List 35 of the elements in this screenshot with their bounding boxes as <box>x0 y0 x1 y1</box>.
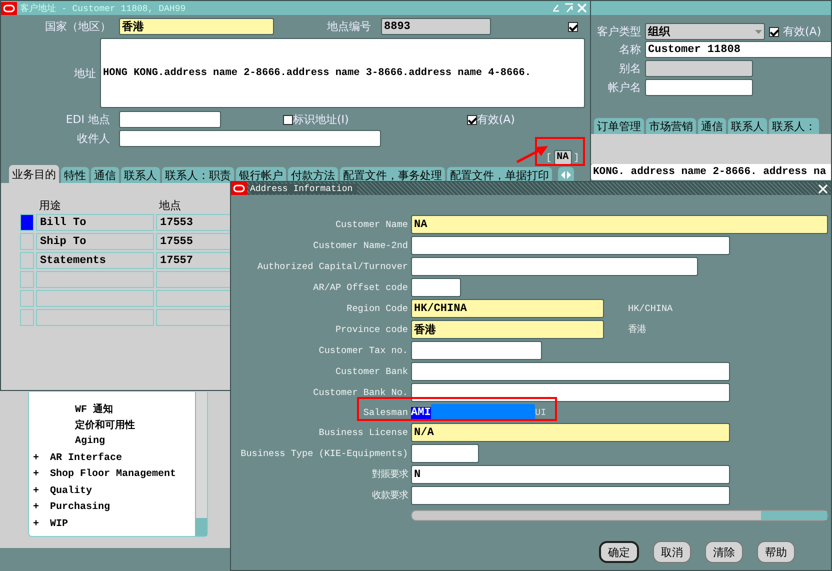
field-label: 地点编号 <box>326 19 371 34</box>
selected-text: AMI <box>411 406 431 418</box>
bracket-text: ] <box>574 152 580 162</box>
field-label: Customer Name-2nd <box>312 240 408 251</box>
field-label: 别名 <box>618 61 641 76</box>
column-header: 用途 <box>38 199 62 212</box>
column-header: 地点 <box>158 199 182 212</box>
field-label: Province code <box>334 324 408 335</box>
field-note: HK/CHINA <box>628 303 673 314</box>
field-label: 地址 <box>73 66 96 80</box>
field-label: AR/AP Offset code <box>312 282 408 293</box>
field-label: Customer Bank <box>334 366 408 377</box>
field-label: Customer Bank No. <box>312 387 408 398</box>
field-label: Salesman <box>362 407 408 418</box>
field-label: Region Code <box>346 303 408 314</box>
field-label: Business Type (KIE-Equipments) <box>240 448 408 459</box>
field-note: 香港 <box>628 323 646 336</box>
field-label: Customer Name <box>334 219 408 230</box>
dialog-title: Address Information <box>250 184 357 194</box>
field-label: 国家（地区） <box>44 19 111 34</box>
field-label: Customer Tax no. <box>318 345 408 356</box>
field-label: 收款要求 <box>371 489 408 502</box>
field-label: EDI 地点 <box>64 112 110 127</box>
checkbox-label: 有效(A) <box>476 112 515 127</box>
bracket-text: [ <box>546 152 552 162</box>
field-label: 收件人 <box>76 131 110 146</box>
field-value: UI <box>535 407 546 418</box>
field-label: 帐户名 <box>607 80 641 95</box>
field-label: 名称 <box>618 42 641 57</box>
checkbox-label: 有效(A) <box>783 24 822 39</box>
window-title: 客户地址 - Customer 11808, DAH99 <box>20 2 187 14</box>
field-label: 客户类型 <box>596 24 641 39</box>
checkbox-label: 标识地址(I) <box>293 112 349 127</box>
field-label: 對賬要求 <box>371 468 408 481</box>
field-label: Business License <box>318 427 408 438</box>
